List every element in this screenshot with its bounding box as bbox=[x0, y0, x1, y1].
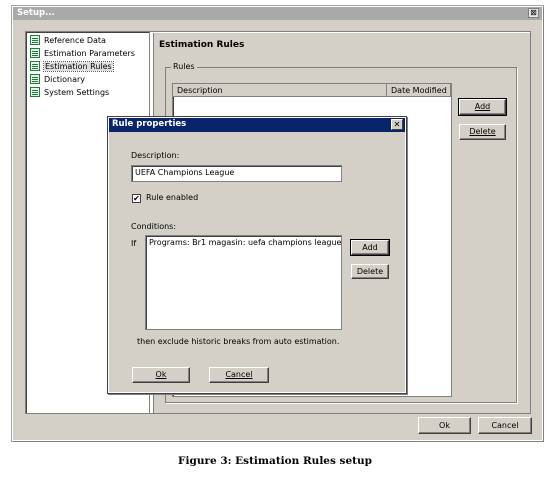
sidebar-item-estimation-rules[interactable]: Estimation Rules bbox=[30, 61, 114, 73]
sidebar-item-estimation-parameters[interactable]: Estimation Parameters bbox=[30, 48, 135, 60]
dialog-cancel-button[interactable]: Cancel bbox=[209, 367, 269, 383]
sidebar-item-label: Reference Data bbox=[44, 36, 106, 45]
delete-rule-button[interactable]: Delete bbox=[459, 124, 506, 140]
sidebar-item-system-settings[interactable]: System Settings bbox=[30, 87, 109, 99]
list-icon bbox=[30, 87, 40, 97]
list-icon bbox=[30, 61, 40, 71]
dialog-ok-button[interactable]: Ok bbox=[132, 367, 190, 383]
rule-enabled-label[interactable]: Rule enabled bbox=[146, 193, 198, 202]
section-title: Estimation Rules bbox=[159, 40, 245, 50]
sidebar-item-label: System Settings bbox=[44, 88, 110, 97]
add-condition-button[interactable]: Add bbox=[350, 239, 390, 256]
setup-close-icon[interactable]: ⊠ bbox=[528, 8, 539, 18]
figure-caption: Figure 3: Estimation Rules setup bbox=[178, 455, 372, 467]
rules-list-header: Description Date Modified bbox=[173, 84, 451, 97]
delete-rule-label: Delete bbox=[469, 127, 496, 136]
sidebar-item-label: Estimation Parameters bbox=[44, 49, 135, 58]
dialog-close-icon[interactable]: ✕ bbox=[391, 119, 403, 130]
if-label: If bbox=[131, 239, 137, 248]
setup-titlebar[interactable]: Setup... ⊠ bbox=[13, 7, 542, 20]
sidebar-item-label: Estimation Rules bbox=[43, 61, 114, 72]
sidebar-item-label: Dictionary bbox=[44, 75, 86, 84]
column-description[interactable]: Description bbox=[173, 84, 387, 97]
description-field[interactable]: UEFA Champions League bbox=[131, 165, 342, 182]
add-rule-button[interactable]: Add bbox=[458, 98, 507, 116]
rules-group-label: Rules bbox=[171, 62, 197, 71]
rule-enabled-checkbox[interactable]: ✔ bbox=[132, 194, 141, 203]
setup-title: Setup... bbox=[17, 8, 55, 18]
dialog-ok-label: Ok bbox=[155, 370, 167, 379]
add-rule-label: Add bbox=[474, 102, 491, 111]
conditions-textarea[interactable]: Programs: Br1 magasin: uefa champions le… bbox=[145, 235, 342, 330]
delete-condition-button[interactable]: Delete bbox=[351, 264, 389, 279]
conditions-label: Conditions: bbox=[131, 222, 177, 231]
column-date-modified[interactable]: Date Modified bbox=[387, 84, 451, 97]
setup-cancel-button[interactable]: Cancel bbox=[478, 417, 532, 434]
list-icon bbox=[30, 48, 40, 58]
rule-properties-dialog: Rule properties ✕ Description: UEFA Cham… bbox=[108, 117, 406, 393]
dialog-title: Rule properties bbox=[112, 119, 187, 129]
dialog-cancel-label: Cancel bbox=[225, 370, 253, 379]
setup-ok-button[interactable]: Ok bbox=[418, 417, 471, 434]
list-icon bbox=[30, 74, 40, 84]
sidebar-item-reference-data[interactable]: Reference Data bbox=[30, 35, 106, 47]
list-icon bbox=[30, 35, 40, 45]
dialog-titlebar[interactable]: Rule properties ✕ bbox=[109, 118, 405, 132]
description-label: Description: bbox=[131, 151, 180, 160]
then-action-text: then exclude historic breaks from auto e… bbox=[137, 337, 340, 346]
sidebar-item-dictionary[interactable]: Dictionary bbox=[30, 74, 85, 86]
